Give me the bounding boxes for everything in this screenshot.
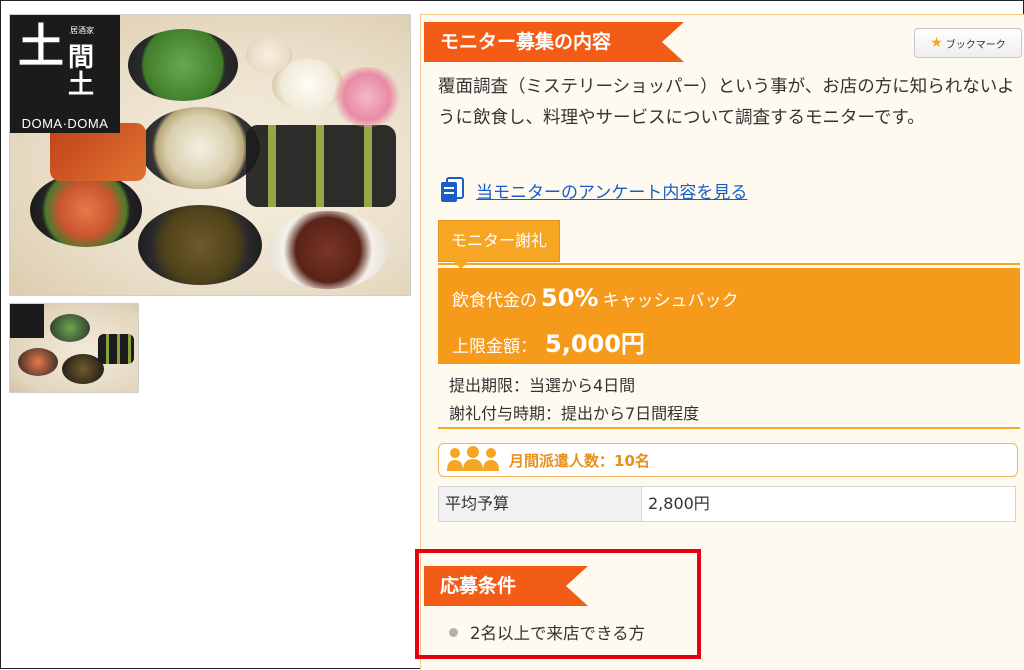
photo-thumbnail[interactable] [9,303,139,393]
thumb-dish [50,314,90,342]
section-title-ribbon: モニター募集の内容 [424,22,684,62]
survey-link-text[interactable]: 当モニターのアンケート内容を見る [476,178,747,203]
document-icon [438,176,468,204]
section-title: モニター募集の内容 [440,31,612,53]
star-icon: ★ [930,35,943,51]
bookmark-button[interactable]: ★ ブックマーク [914,28,1022,58]
dish-fried-chicken [138,205,262,285]
submission-deadline: 提出期限：当選から4日間 [449,376,636,395]
reward-tab: モニター謝礼 [438,220,561,269]
thumb-logo [10,304,44,338]
cashback-percent: 50% [541,284,599,312]
restaurant-logo: 土 居酒家 間 土 DOMA·DOMA [10,15,120,133]
reward-payment-timing: 謝礼付与時期：提出から7日間程度 [449,404,700,423]
survey-link[interactable]: 当モニターのアンケート内容を見る [438,176,747,204]
thumb-dish [18,348,58,376]
average-budget-value: 2,800円 [648,494,710,513]
bookmark-label: ブックマーク [945,39,1006,51]
highlight-box [415,549,701,659]
logo-kanji: 土 [18,19,64,73]
people-icon [445,445,501,475]
average-budget-row: 平均予算 2,800円 [438,486,1016,522]
main-photo[interactable]: 土 居酒家 間 土 DOMA·DOMA [9,14,411,296]
limit-amount: 5,000円 [545,330,645,358]
dish-small-bowls [246,125,396,207]
monthly-dispatch-box: 月間派遣人数：10名 [438,443,1018,477]
limit-line: 上限金額： 5,000円 [452,324,645,359]
cashback-prefix: 飲食代金の [452,291,537,311]
dish-flowers [332,67,402,127]
dish-hotpot [140,107,260,189]
dish-sashimi [30,173,142,247]
dish-salad [128,29,238,101]
limit-prefix: 上限金額： [452,337,537,357]
reward-bottom-divider [438,427,1020,429]
monthly-dispatch-label: 月間派遣人数：10名 [509,451,650,470]
cashback-line: 飲食代金の 50% キャッシュバック [452,284,738,312]
logo-subtitle: 居酒家 [70,26,94,35]
reward-box: 飲食代金の 50% キャッシュバック 上限金額： 5,000円 [438,268,1020,364]
average-budget-label: 平均予算 [439,487,642,521]
logo-kanji-side: 間 土 [68,43,95,101]
cashback-suffix: キャッシュバック [602,291,739,311]
monitor-description: 覆面調査（ミステリーショッパー）という事が、お店の方に知られないように飲食し、料… [438,77,1015,128]
dish-egg [246,37,292,73]
reward-tab-label: モニター謝礼 [451,231,548,250]
reward-divider [438,263,1020,265]
logo-name: DOMA·DOMA [21,116,109,131]
thumb-dish [98,334,134,364]
dish-beef [268,211,388,289]
